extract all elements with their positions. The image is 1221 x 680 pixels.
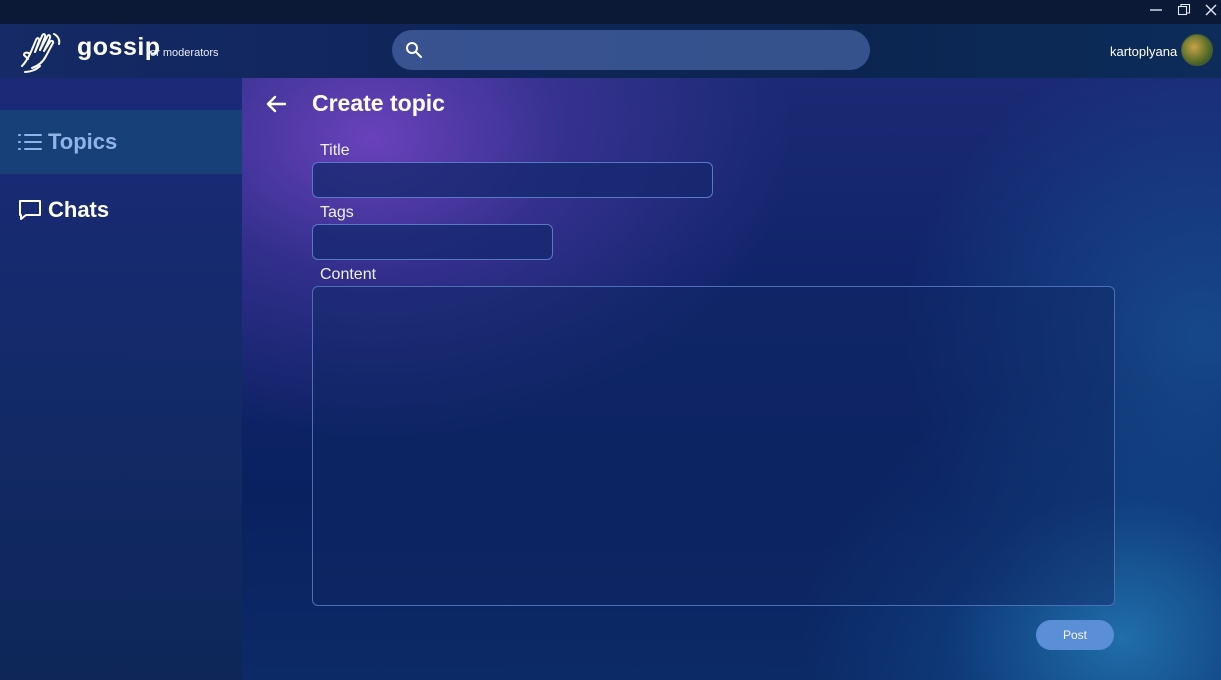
post-button[interactable]: Post: [1036, 620, 1114, 650]
minimize-icon[interactable]: [1144, 0, 1168, 20]
tags-input[interactable]: [312, 224, 553, 260]
list-icon: [17, 130, 43, 154]
search-input[interactable]: [432, 30, 862, 70]
search-bar[interactable]: [392, 30, 870, 70]
username-label: kartoplyana: [1110, 44, 1178, 59]
restore-icon[interactable]: [1172, 0, 1196, 20]
search-icon: [404, 40, 424, 60]
app-header: gossip for moderators kartoplyana: [0, 24, 1221, 78]
sidebar-item-label: Chats: [48, 197, 110, 222]
logo-hands-icon: [16, 28, 66, 76]
title-input[interactable]: [312, 162, 713, 198]
tags-label: Tags: [320, 204, 354, 221]
sidebar: Topics Chats: [0, 78, 242, 680]
chat-bubble-icon: [17, 198, 43, 222]
main-content: Create topic Title Tags Content Post: [242, 78, 1221, 680]
sidebar-item-chats[interactable]: Chats: [0, 178, 242, 242]
back-arrow-icon[interactable]: [264, 92, 288, 116]
sidebar-item-label: Topics: [48, 129, 118, 154]
content-label: Content: [320, 266, 377, 283]
sidebar-item-topics[interactable]: Topics: [0, 110, 242, 174]
window-titlebar: [0, 0, 1221, 24]
page-title: Create topic: [312, 90, 445, 116]
avatar[interactable]: [1181, 34, 1213, 66]
close-icon[interactable]: [1199, 0, 1221, 20]
title-label: Title: [320, 142, 350, 159]
content-textarea[interactable]: [312, 286, 1115, 606]
brand-subtitle: for moderators: [147, 47, 219, 59]
